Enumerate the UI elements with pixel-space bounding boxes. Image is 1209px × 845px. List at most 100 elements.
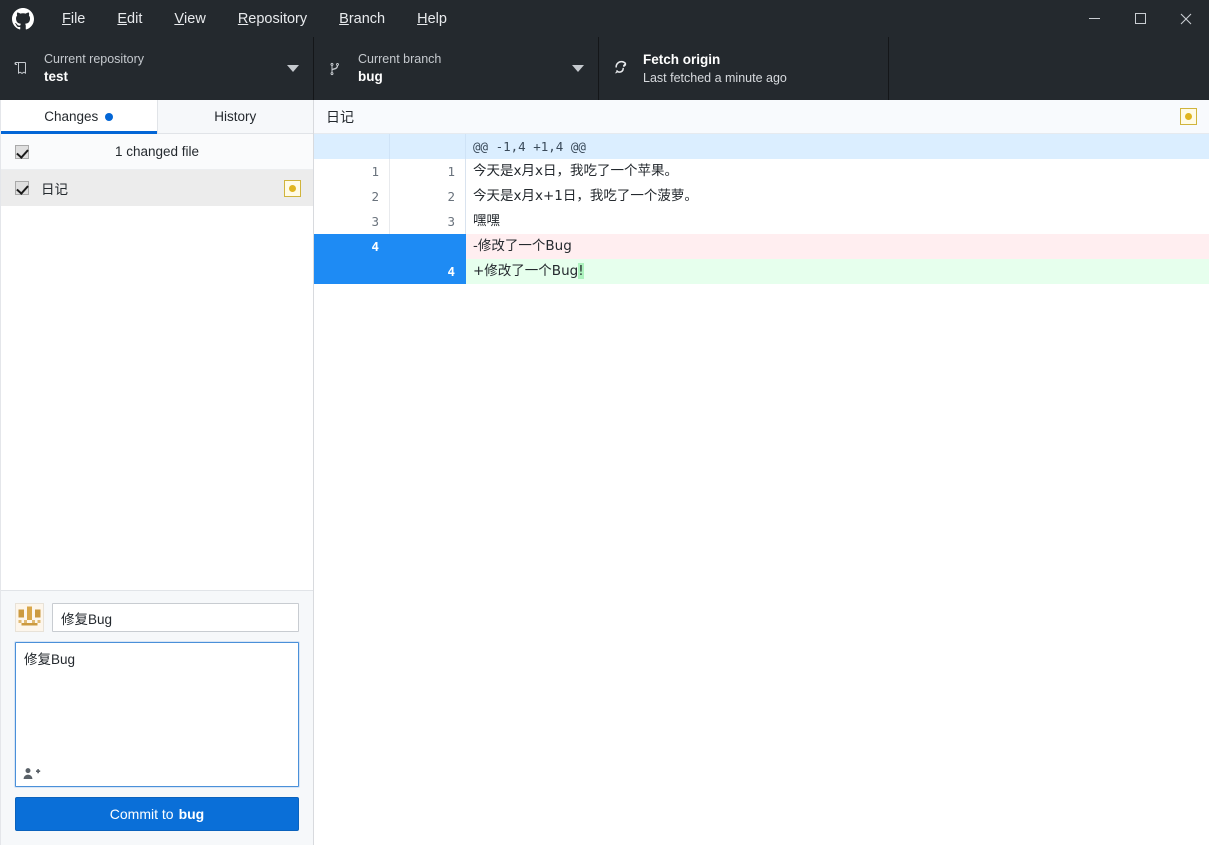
add-coauthor-person-icon[interactable] [23, 765, 43, 781]
line-number-new [390, 234, 466, 259]
fetch-origin-title: Fetch origin [643, 51, 721, 67]
line-number-new: 1 [390, 159, 466, 184]
line-number-old: 4 [314, 234, 390, 259]
diff-hunk-header-row[interactable]: @@ -1,4 +1,4 @@ [314, 134, 1209, 159]
menu-view[interactable]: View [158, 0, 221, 37]
modified-dot-icon [284, 179, 301, 197]
current-branch-value: bug [358, 69, 383, 84]
line-number-new: 2 [390, 184, 466, 209]
commit-summary-input[interactable] [52, 603, 299, 632]
branch-icon [328, 61, 358, 77]
menu-help-rest: elp [427, 10, 447, 27]
sync-refresh-icon [613, 60, 643, 77]
minimize-icon [1088, 18, 1100, 19]
hunk-header-text: @@ -1,4 +1,4 @@ [466, 134, 1209, 159]
diff-line-addition[interactable]: 4 +修改了一个Bug! [314, 259, 1209, 284]
changed-file-row[interactable]: 日记 [1, 170, 313, 206]
diff-line-context[interactable]: 2 2 今天是x月x+1日，我吃了一个菠萝。 [314, 184, 1209, 209]
commit-description-wrapper: 修复Bug [15, 642, 299, 787]
window-controls [1071, 0, 1209, 37]
tab-changes-label: Changes [44, 109, 99, 124]
chevron-down-icon [287, 65, 299, 72]
diff-line-context[interactable]: 3 3 嘿嘿 [314, 209, 1209, 234]
diff-file-name: 日记 [326, 108, 354, 125]
current-branch-label: Current branch [358, 52, 442, 66]
close-icon [1180, 13, 1192, 24]
file-list-empty-space [1, 206, 313, 590]
chevron-down-icon [572, 65, 584, 72]
line-number-old [314, 259, 390, 284]
menu-repository-rest: epository [248, 10, 308, 27]
changes-badge-dot-icon [105, 112, 114, 121]
sidebar-tabs: Changes History [1, 100, 313, 134]
current-branch-text: Current branch bug [358, 51, 564, 86]
menu-view-mnemonic: V [174, 10, 185, 27]
diff-line-context[interactable]: 1 1 今天是x月x日，我吃了一个苹果。 [314, 159, 1209, 184]
diff-line-text: 今天是x月x日，我吃了一个苹果。 [473, 163, 678, 179]
menu-file-mnemonic: F [62, 10, 71, 27]
current-repository-label: Current repository [44, 52, 145, 66]
github-desktop-window: File Edit View Repository Branch Help Cu… [0, 0, 1209, 845]
line-number-old: 2 [314, 184, 390, 209]
diff-line-deletion[interactable]: 4 -修改了一个Bug [314, 234, 1209, 259]
current-repository-text: Current repository test [44, 51, 279, 86]
diff-panel: 日记 @@ -1,4 +1,4 @@ 1 1 今天是x月x日，我吃了一个苹果。 … [314, 100, 1209, 845]
menu-repository-mnemonic: R [237, 10, 249, 27]
diff-header: 日记 [314, 100, 1209, 134]
menu-bar: File Edit View Repository Branch Help [46, 0, 463, 37]
commit-description-textarea[interactable]: 修复Bug [16, 643, 298, 786]
user-identicon-avatar [15, 603, 44, 632]
minimize-button[interactable] [1071, 0, 1117, 37]
menu-repository[interactable]: Repository [222, 0, 323, 37]
diff-content[interactable]: @@ -1,4 +1,4 @@ 1 1 今天是x月x日，我吃了一个苹果。 2 2… [314, 134, 1209, 845]
repo-book-icon [14, 61, 44, 77]
menu-file-rest: ile [70, 10, 86, 27]
line-number-new: 4 [390, 259, 466, 284]
diff-line-text: 嘿嘿 [473, 213, 500, 229]
diff-line-text: 今天是x月x+1日，我吃了一个菠萝。 [473, 188, 698, 204]
changed-file-name: 日记 [41, 182, 68, 197]
github-logo-icon [0, 7, 46, 30]
main-content-area: Changes History 1 changed file 日记 修复Bug … [0, 100, 1209, 845]
commit-button-branch: bug [178, 806, 205, 822]
changed-files-header: 1 changed file [1, 134, 313, 170]
line-number-old: 3 [314, 209, 390, 234]
menu-edit-rest: dit [127, 10, 143, 27]
modified-dot-icon [1180, 108, 1197, 125]
hunk-gutter-new [390, 134, 466, 159]
commit-button[interactable]: Commit to bug [15, 797, 299, 831]
fetch-origin-button[interactable]: Fetch origin Last fetched a minute ago [599, 37, 889, 100]
maximize-button[interactable] [1117, 0, 1163, 37]
diff-word-highlight: ! [578, 263, 584, 279]
diff-line-base-text: +修改了一个Bug [473, 263, 579, 279]
line-number-old: 1 [314, 159, 390, 184]
menu-help[interactable]: Help [401, 0, 463, 37]
fetch-origin-subtitle: Last fetched a minute ago [643, 70, 787, 85]
current-repository-value: test [44, 69, 69, 84]
tab-history-label: History [214, 109, 257, 124]
menu-view-rest: iew [184, 10, 206, 27]
diff-line-text: +修改了一个Bug! [466, 259, 1209, 284]
current-repository-button[interactable]: Current repository test [0, 37, 314, 100]
title-bar: File Edit View Repository Branch Help [0, 0, 1209, 37]
menu-edit[interactable]: Edit [101, 0, 158, 37]
current-branch-button[interactable]: Current branch bug [314, 37, 599, 100]
menu-branch[interactable]: Branch [323, 0, 401, 37]
select-all-files-checkbox[interactable] [15, 144, 29, 159]
hunk-gutter-old [314, 134, 390, 159]
maximize-icon [1134, 13, 1146, 24]
commit-summary-row [15, 603, 299, 632]
menu-file[interactable]: File [46, 0, 101, 37]
commit-button-prefix: Commit to [109, 806, 174, 822]
tab-history[interactable]: History [157, 100, 313, 133]
line-number-new: 3 [390, 209, 466, 234]
toolbar-empty-area [889, 37, 1209, 100]
commit-panel: 修复Bug Commit to bug [1, 590, 313, 845]
close-button[interactable] [1163, 0, 1209, 37]
menu-branch-rest: ranch [348, 10, 386, 27]
menu-help-mnemonic: H [417, 10, 428, 27]
tab-changes[interactable]: Changes [1, 100, 158, 134]
fetch-origin-text: Fetch origin Last fetched a minute ago [643, 51, 874, 87]
file-include-checkbox[interactable] [15, 181, 29, 195]
menu-branch-mnemonic: B [339, 10, 349, 27]
